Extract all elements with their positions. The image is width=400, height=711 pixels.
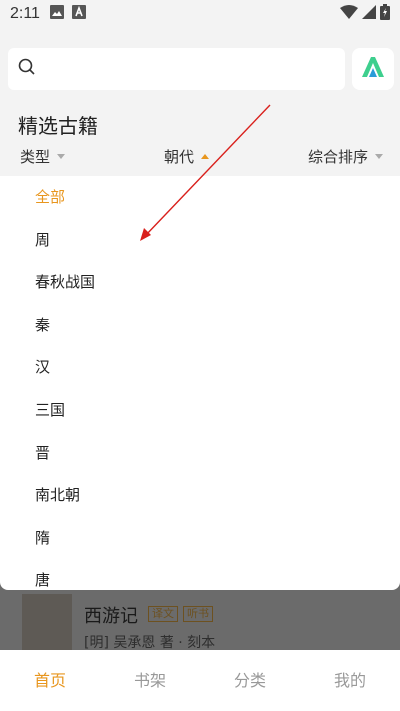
- bottom-nav: 首页 书架 分类 我的: [0, 650, 400, 711]
- status-time: 2:11: [10, 5, 40, 22]
- text-notification-icon: [71, 4, 86, 24]
- caret-down-icon: [375, 154, 384, 159]
- filter-dynasty-label: 朝代: [164, 148, 195, 166]
- search-icon: [18, 58, 36, 80]
- dynasty-option[interactable]: 周: [0, 219, 400, 262]
- book-tag: 听书: [183, 606, 213, 622]
- dynasty-option[interactable]: 汉: [0, 346, 400, 389]
- book-tag: 译文: [148, 606, 178, 622]
- book-meta: [明] 吴承恩 著 · 刻本: [84, 635, 216, 651]
- caret-up-icon: [201, 154, 210, 159]
- search-input[interactable]: [8, 48, 345, 90]
- book-title: 西游记: [84, 606, 138, 627]
- dynasty-dropdown: 全部 周 春秋战国 秦 汉 三国 晋 南北朝 隋 唐: [0, 176, 400, 590]
- dynasty-option[interactable]: 晋: [0, 432, 400, 475]
- filter-sort[interactable]: 综合排序: [308, 146, 384, 167]
- dynasty-option[interactable]: 春秋战国: [0, 261, 400, 304]
- filter-sort-label: 综合排序: [308, 148, 369, 166]
- app-logo-button[interactable]: [352, 48, 394, 90]
- dynasty-option[interactable]: 全部: [0, 176, 400, 219]
- signal-icon: [362, 4, 376, 24]
- filter-bar: 类型 朝代 综合排序: [0, 146, 400, 176]
- nav-category[interactable]: 分类: [200, 650, 300, 711]
- dynasty-option[interactable]: 隋: [0, 517, 400, 560]
- battery-icon: [380, 3, 390, 25]
- dynasty-option[interactable]: 秦: [0, 304, 400, 347]
- image-notification-icon: [49, 4, 64, 24]
- nav-bookshelf[interactable]: 书架: [100, 650, 200, 711]
- caret-down-icon: [57, 154, 66, 159]
- dynasty-option[interactable]: 唐: [0, 559, 400, 590]
- dynasty-option[interactable]: 三国: [0, 389, 400, 432]
- filter-dynasty[interactable]: 朝代: [164, 146, 210, 167]
- wifi-icon: [340, 4, 358, 24]
- filter-type-label: 类型: [20, 148, 51, 166]
- app-logo-icon: [360, 56, 386, 82]
- section-title: 精选古籍: [18, 114, 98, 138]
- book-cover: [22, 594, 72, 650]
- nav-home[interactable]: 首页: [0, 650, 100, 711]
- book-list-item[interactable]: 西游记 译文 听书 [明] 吴承恩 著 · 刻本: [0, 590, 400, 651]
- status-bar: 2:11: [0, 0, 400, 28]
- nav-mine[interactable]: 我的: [300, 650, 400, 711]
- filter-type[interactable]: 类型: [20, 146, 66, 167]
- dynasty-option[interactable]: 南北朝: [0, 474, 400, 517]
